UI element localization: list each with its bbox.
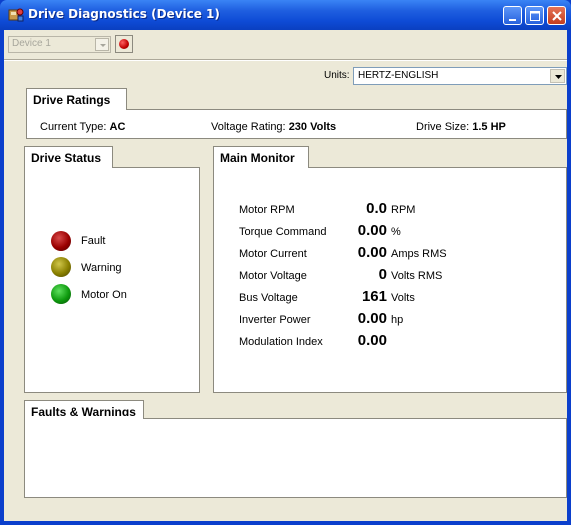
stop-button[interactable] <box>115 35 133 53</box>
device-select[interactable]: Device 1 <box>8 36 111 53</box>
app-icon <box>8 7 24 23</box>
device-select-dropdown-button[interactable] <box>95 38 109 51</box>
units-select-dropdown-button[interactable] <box>550 69 565 83</box>
drive-size-value: 1.5 HP <box>472 121 506 133</box>
diagnostics-window: Drive Diagnostics (Device 1) Device 1 Un… <box>0 0 571 525</box>
window-title: Drive Diagnostics (Device 1) <box>28 7 220 21</box>
motor-rpm-unit: RPM <box>391 204 416 216</box>
inverter-power-unit: hp <box>391 314 404 326</box>
motor-current-label: Motor Current <box>239 248 307 260</box>
tab-drive-ratings-join <box>27 107 126 111</box>
inverter-power-value: 0.00 <box>357 310 387 327</box>
motor-voltage-value: 0 <box>378 266 387 283</box>
device-select-value: Device 1 <box>12 38 51 49</box>
units-select[interactable]: HERTZ-ENGLISH <box>353 67 567 85</box>
tab-main-monitor-join <box>214 165 308 169</box>
fault-led-icon <box>51 231 71 251</box>
motor-rpm-label: Motor RPM <box>239 204 295 216</box>
tab-drive-status-label: Drive Status <box>31 151 102 165</box>
motor-rpm-value: 0.0 <box>366 200 387 217</box>
current-type: Current Type: AC <box>40 121 125 133</box>
close-icon <box>552 11 562 21</box>
bus-voltage-label: Bus Voltage <box>239 292 298 304</box>
warning-led-icon <box>51 257 71 277</box>
torque-command-value: 0.00 <box>357 222 387 239</box>
current-type-value: AC <box>109 121 126 133</box>
tab-main-monitor-label: Main Monitor <box>220 151 295 165</box>
inverter-power-label: Inverter Power <box>239 314 311 326</box>
tab-drive-status-join <box>25 165 112 169</box>
tab-faults-warnings-join <box>25 416 143 420</box>
close-button[interactable] <box>547 6 566 25</box>
maximize-button[interactable] <box>525 6 544 25</box>
minimize-icon <box>509 19 516 21</box>
voltage-rating-value: 230 Volts <box>288 121 337 133</box>
motor-voltage-label: Motor Voltage <box>239 270 307 282</box>
motor-current-value: 0.00 <box>357 244 387 261</box>
bus-voltage-unit: Volts <box>391 292 415 304</box>
drive-status-panel <box>24 167 200 393</box>
units-select-value: HERTZ-ENGLISH <box>358 70 439 81</box>
torque-command-unit: % <box>391 226 401 238</box>
modulation-index-value: 0.00 <box>357 332 387 349</box>
bus-voltage-value: 161 <box>361 288 387 305</box>
motor-on-label: Motor On <box>81 289 127 301</box>
motor-current-unit: Amps RMS <box>391 248 447 260</box>
torque-command-label: Torque Command <box>239 226 327 238</box>
minimize-button[interactable] <box>503 6 522 25</box>
title-bar[interactable]: Drive Diagnostics (Device 1) <box>0 0 571 30</box>
toolbar-separator-highlight <box>4 60 567 61</box>
drive-size-label: Drive Size: <box>416 121 470 133</box>
motor-on-led-icon <box>51 284 71 304</box>
voltage-rating-label: Voltage Rating: <box>211 121 286 133</box>
chevron-down-icon <box>100 44 106 47</box>
warning-label: Warning <box>81 262 122 274</box>
chevron-down-icon <box>555 75 562 79</box>
fault-label: Fault <box>81 235 106 247</box>
stop-icon <box>119 39 129 49</box>
current-type-label: Current Type: <box>40 121 107 133</box>
units-label: Units: <box>324 70 350 81</box>
faults-warnings-panel <box>24 418 567 498</box>
drive-size: Drive Size: 1.5 HP <box>416 121 506 133</box>
maximize-icon <box>530 11 540 21</box>
tab-drive-ratings-label: Drive Ratings <box>33 93 111 107</box>
motor-voltage-unit: Volts RMS <box>391 270 443 282</box>
modulation-index-label: Modulation Index <box>239 336 323 348</box>
voltage-rating: Voltage Rating: 230 Volts <box>211 121 336 133</box>
